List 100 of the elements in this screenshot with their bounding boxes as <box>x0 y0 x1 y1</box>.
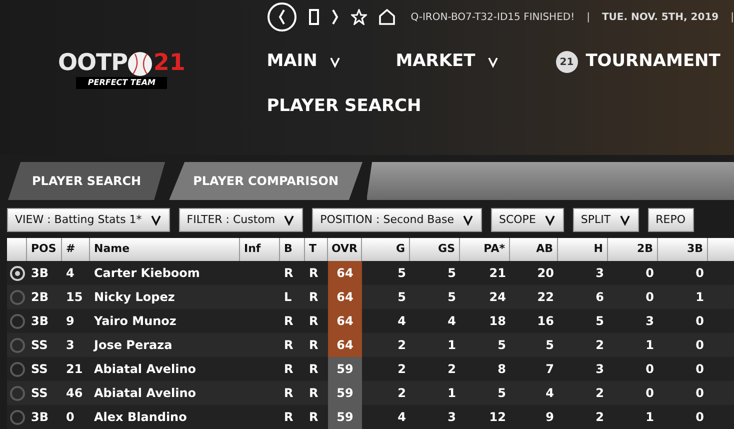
table-cell-text: R <box>283 313 294 330</box>
back-icon[interactable] <box>266 2 297 32</box>
rating-cell: 59 <box>328 405 362 429</box>
table-cell-text: 20 <box>536 265 555 282</box>
table-cell-text: 15 <box>65 289 84 306</box>
separator: | <box>730 10 734 24</box>
home-icon[interactable] <box>378 9 395 25</box>
table-cell-text: 2 <box>594 385 605 402</box>
table-cell-text: L <box>283 289 293 306</box>
nav-menu[interactable]: MARKET <box>396 49 556 75</box>
page-icon[interactable] <box>308 9 319 25</box>
table-cell-text: 0 <box>644 361 655 378</box>
table-cell-text: 5 <box>446 265 457 282</box>
filter-dropdown[interactable]: VIEW : Batting Stats 1* <box>7 208 170 232</box>
table-cell-text: 0 <box>694 409 705 426</box>
table-cell-text: SS <box>30 361 49 378</box>
tab[interactable]: PLAYER COMPARISON <box>169 162 363 200</box>
table-cell-text: Nicky Lopez <box>93 289 176 306</box>
table-cell-text: 2 <box>594 409 605 426</box>
date-text: TUE. NOV. 5TH, 2019 <box>602 10 719 24</box>
table-cell-text: SS <box>30 385 49 402</box>
table-cell-text: Carter Kieboom <box>93 265 201 282</box>
filter-dropdown[interactable]: POSITION : Second Base <box>312 208 482 232</box>
table-cell-text: R <box>308 361 320 378</box>
radio-button[interactable] <box>10 410 24 424</box>
tab[interactable]: PLAYER SEARCH <box>8 162 166 200</box>
radio-button[interactable] <box>10 362 24 376</box>
table-cell-text: 1 <box>446 337 457 354</box>
filter-dropdown[interactable]: SPLIT <box>572 208 639 232</box>
table-cell-text: 3 <box>594 265 605 282</box>
table-cell-text: 3B <box>30 265 50 282</box>
table-cell-text: 0 <box>65 409 76 426</box>
status-text: Q-IRON-BO7-T32-ID15 FINISHED! <box>410 10 575 24</box>
table-cell-text: 0 <box>694 265 705 282</box>
table-cell-text: 6 <box>594 289 605 306</box>
table-cell-text: 0 <box>694 313 705 330</box>
nav-menu[interactable]: 21 TOURNAMENT <box>556 49 720 75</box>
table-cell-text: 5 <box>496 385 507 402</box>
table-cell-text: 0 <box>644 385 655 402</box>
table-cell-text: 3B <box>30 409 50 426</box>
table-cell-text: 2 <box>594 337 605 354</box>
table-cell-text: 21 <box>488 265 507 282</box>
logo: OOTP 21 PERFECT TEAM <box>58 49 186 89</box>
table-cell-text: 1 <box>694 289 705 306</box>
table-cell-text: 2 <box>396 385 407 402</box>
table-cell-text: 2 <box>396 361 407 378</box>
filter-dropdown[interactable]: REPO <box>648 208 694 232</box>
table-cell-text: R <box>308 337 320 354</box>
table-cell-text: 3 <box>446 409 457 426</box>
table-cell-text: 2 <box>396 337 407 354</box>
table-cell-text: 0 <box>644 289 655 306</box>
filter-dropdown[interactable]: FILTER : Custom <box>178 208 304 232</box>
table-cell-text: Alex Blandino <box>93 409 188 426</box>
radio-button[interactable] <box>10 338 24 352</box>
forward-icon[interactable] <box>330 9 339 25</box>
chevron-icon <box>462 214 474 226</box>
table-cell-text: 46 <box>65 385 84 402</box>
table-cell-text: 24 <box>488 289 507 306</box>
table-cell-text: 9 <box>544 409 555 426</box>
table-cell-text: Yairo Munoz <box>93 313 178 330</box>
table-cell-text: R <box>308 385 320 402</box>
table-cell-text: 3B <box>30 313 50 330</box>
table-cell-text: 3 <box>65 337 76 354</box>
table-cell-text: Jose Peraza <box>92 337 174 354</box>
table-cell-text: 0 <box>694 361 705 378</box>
table-cell-text: R <box>283 361 294 378</box>
rating-cell: 64 <box>328 285 362 309</box>
table-cell-text: R <box>283 265 294 282</box>
table-cell-text: 21 <box>65 361 84 378</box>
star-icon[interactable] <box>350 9 367 25</box>
table-cell-text: 5 <box>544 337 555 354</box>
table-cell-text: R <box>283 409 294 426</box>
radio-button[interactable] <box>10 290 24 304</box>
table-cell-text: 4 <box>396 313 407 330</box>
table-cell-text: 5 <box>446 289 457 306</box>
separator: | <box>586 10 590 24</box>
table-cell-text: 4 <box>544 385 555 402</box>
chevron-icon <box>487 56 500 68</box>
nav-menu[interactable]: MAIN <box>266 49 396 75</box>
baseball-icon <box>127 50 154 76</box>
table-cell-text: 0 <box>694 337 705 354</box>
table-cell-text: SS <box>30 337 49 354</box>
chevron-icon <box>283 214 296 226</box>
table-cell-text: 8 <box>496 361 507 378</box>
table-cell-text: 1 <box>446 385 457 402</box>
table-cell-text: 5 <box>396 265 407 282</box>
table-cell-text: 7 <box>544 361 555 378</box>
table-cell-text: 4 <box>396 409 407 426</box>
table-cell-text: R <box>283 337 294 354</box>
rating-cell: 64 <box>328 261 362 285</box>
table-cell-text: R <box>308 313 320 330</box>
table-cell-text: R <box>308 289 320 306</box>
radio-button[interactable] <box>10 314 24 328</box>
filter-dropdown[interactable]: SCOPE <box>490 208 564 232</box>
radio-button[interactable] <box>10 386 24 400</box>
rating-cell: 59 <box>328 381 362 405</box>
table-cell-text: 16 <box>536 313 555 330</box>
table-cell-text: Abiatal Avelino <box>93 385 198 402</box>
chevron-icon <box>618 214 631 226</box>
baseball-badge-icon: 21 <box>556 51 578 73</box>
